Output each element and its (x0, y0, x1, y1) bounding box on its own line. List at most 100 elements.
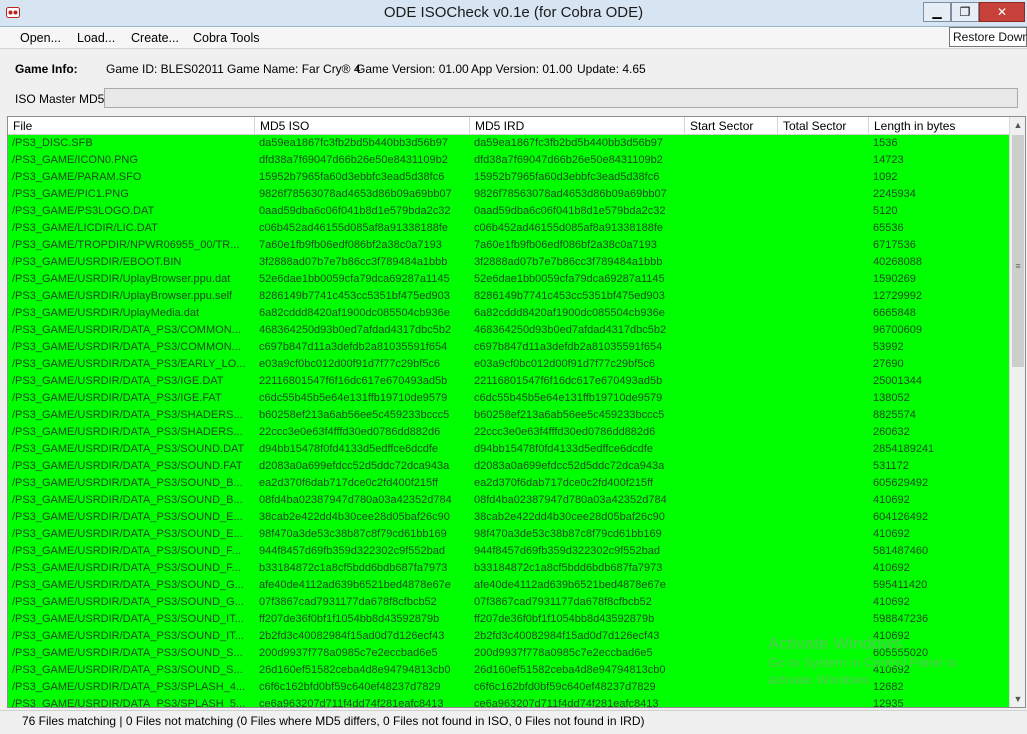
table-row[interactable]: /PS3_GAME/USRDIR/DATA_PS3/SOUND_G... 07f3… (8, 594, 1009, 611)
table-row[interactable]: /PS3_GAME/USRDIR/DATA_PS3/SOUND.DAT d94bb… (8, 441, 1009, 458)
table-row[interactable]: /PS3_GAME/USRDIR/DATA_PS3/SPLASH_5... ce6… (8, 696, 1009, 707)
table-row[interactable]: /PS3_GAME/USRDIR/DATA_PS3/SHADERS... b602… (8, 407, 1009, 424)
cell-md5-iso: 0aad59dba6c06f041b8d1e579bda2c32 (259, 205, 451, 217)
table-row[interactable]: /PS3_GAME/USRDIR/DATA_PS3/SOUND_B... ea2d… (8, 475, 1009, 492)
column-header-total-sector[interactable]: Total Sector (778, 117, 869, 135)
cell-md5-iso: e03a9cf0bc012d00f91d7f77c29bf5c6 (259, 358, 441, 370)
cell-length: 598847236 (873, 613, 929, 625)
cell-start-sector (685, 441, 778, 458)
table-row[interactable]: /PS3_GAME/USRDIR/DATA_PS3/SOUND_F... b331… (8, 560, 1009, 577)
cell-file: /PS3_GAME/USRDIR/DATA_PS3/EARLY_LO... (12, 358, 246, 370)
table-row[interactable]: /PS3_GAME/USRDIR/DATA_PS3/SOUND.FAT d2083… (8, 458, 1009, 475)
cell-file: /PS3_GAME/USRDIR/DATA_PS3/SOUND_S... (12, 647, 243, 659)
table-row[interactable]: /PS3_GAME/USRDIR/DATA_PS3/EARLY_LO... e03… (8, 356, 1009, 373)
menu-cobra-tools[interactable]: Cobra Tools (193, 31, 259, 45)
cell-total-sector (778, 322, 869, 339)
cell-total-sector (778, 424, 869, 441)
vertical-scrollbar[interactable]: ▲ ≡ ▼ (1009, 117, 1025, 707)
table-row[interactable]: /PS3_GAME/ICON0.PNG dfd38a7f69047d66b26e5… (8, 152, 1009, 169)
cell-length: 410692 (873, 528, 910, 540)
cell-start-sector (685, 186, 778, 203)
table-row[interactable]: /PS3_GAME/USRDIR/UplayBrowser.ppu.self 82… (8, 288, 1009, 305)
cell-md5-iso: c06b452ad46155d085af8a91338188fe (259, 222, 449, 234)
cell-length: 410692 (873, 494, 910, 506)
cell-file: /PS3_GAME/USRDIR/DATA_PS3/SOUND_E... (12, 528, 243, 540)
cell-md5-ird: c6f6c162bfd0bf59c640ef48237d7829 (474, 681, 656, 693)
column-header-md5-iso[interactable]: MD5 ISO (255, 117, 470, 135)
cell-md5-ird: afe40de4112ad639b6521bed4878e67e (474, 579, 666, 591)
table-row[interactable]: /PS3_GAME/USRDIR/DATA_PS3/SOUND_B... 08fd… (8, 492, 1009, 509)
cell-start-sector (685, 560, 778, 577)
table-row[interactable]: /PS3_GAME/USRDIR/UplayBrowser.ppu.dat 52e… (8, 271, 1009, 288)
file-list[interactable]: File MD5 ISO MD5 IRD Start Sector Total … (7, 116, 1026, 708)
restore-button[interactable]: ❐ (951, 2, 979, 22)
cell-md5-ird: 26d160ef51582ceba4d8e94794813cb0 (474, 664, 666, 676)
cell-md5-iso: da59ea1867fc3fb2bd5b440bb3d56b97 (259, 137, 449, 149)
cell-total-sector (778, 271, 869, 288)
table-row[interactable]: /PS3_GAME/USRDIR/DATA_PS3/SOUND_E... 98f4… (8, 526, 1009, 543)
table-row[interactable]: /PS3_GAME/USRDIR/DATA_PS3/COMMON... 46836… (8, 322, 1009, 339)
cell-total-sector (778, 492, 869, 509)
table-row[interactable]: /PS3_GAME/USRDIR/DATA_PS3/SOUND_IT... ff2… (8, 611, 1009, 628)
column-header-file[interactable]: File (8, 117, 255, 135)
cell-length: 53992 (873, 341, 904, 353)
menu-load[interactable]: Load... (77, 31, 115, 45)
cell-md5-iso: ff207de36f0bf1f1054bb8d43592879b (259, 613, 440, 625)
column-header-md5-ird[interactable]: MD5 IRD (470, 117, 685, 135)
table-row[interactable]: /PS3_GAME/USRDIR/DATA_PS3/IGE.DAT 2211680… (8, 373, 1009, 390)
update-version: Update: 4.65 (577, 62, 646, 76)
cell-md5-ird: 7a60e1fb9fb06edf086bf2a38c0a7193 (474, 239, 657, 251)
close-button[interactable]: ✕ (979, 2, 1025, 22)
table-row[interactable]: /PS3_GAME/LICDIR/LIC.DAT c06b452ad46155d0… (8, 220, 1009, 237)
table-row[interactable]: /PS3_GAME/TROPDIR/NPWR06955_00/TR... 7a60… (8, 237, 1009, 254)
cell-total-sector (778, 305, 869, 322)
table-row[interactable]: /PS3_GAME/USRDIR/DATA_PS3/COMMON... c697b… (8, 339, 1009, 356)
cell-length: 2245934 (873, 188, 916, 200)
table-row[interactable]: /PS3_GAME/USRDIR/DATA_PS3/SOUND_G... afe4… (8, 577, 1009, 594)
cell-start-sector (685, 509, 778, 526)
scrollbar-thumb[interactable]: ≡ (1012, 135, 1024, 367)
scroll-down-arrow-icon[interactable]: ▼ (1010, 691, 1025, 707)
cell-start-sector (685, 407, 778, 424)
cell-md5-iso: 468364250d93b0ed7afdad4317dbc5b2 (259, 324, 452, 336)
menu-create[interactable]: Create... (131, 31, 179, 45)
table-row[interactable]: /PS3_GAME/PIC1.PNG 9826f78563078ad4653d86… (8, 186, 1009, 203)
table-row[interactable]: /PS3_GAME/USRDIR/DATA_PS3/SHADERS... 22cc… (8, 424, 1009, 441)
cell-length: 8825574 (873, 409, 916, 421)
cell-start-sector (685, 679, 778, 696)
game-info-bar: Game Info: Game ID: BLES02011 Game Name:… (0, 52, 1027, 86)
column-header-length[interactable]: Length in bytes (869, 117, 1009, 135)
cell-md5-ird: 200d9937f778a0985c7e2eccbad6e5 (474, 647, 653, 659)
cell-md5-iso: d94bb15478f0fd4133d5edffce6dcdfe (259, 443, 439, 455)
menu-open[interactable]: Open... (20, 31, 61, 45)
cell-file: /PS3_GAME/USRDIR/DATA_PS3/SOUND.DAT (12, 443, 245, 455)
cell-length: 27690 (873, 358, 904, 370)
table-row[interactable]: /PS3_GAME/USRDIR/DATA_PS3/SOUND_F... 944f… (8, 543, 1009, 560)
column-header-start-sector[interactable]: Start Sector (685, 117, 778, 135)
cell-file: /PS3_GAME/USRDIR/DATA_PS3/SOUND_E... (12, 511, 243, 523)
cell-md5-iso: 38cab2e422dd4b30cee28d05baf26c90 (259, 511, 450, 523)
cell-total-sector (778, 254, 869, 271)
cell-start-sector (685, 152, 778, 169)
iso-master-md5-field[interactable] (104, 88, 1018, 108)
cell-file: /PS3_GAME/USRDIR/UplayBrowser.ppu.dat (12, 273, 231, 285)
scroll-up-arrow-icon[interactable]: ▲ (1010, 117, 1025, 133)
table-row[interactable]: /PS3_GAME/PS3LOGO.DAT 0aad59dba6c06f041b8… (8, 203, 1009, 220)
cell-start-sector (685, 526, 778, 543)
cell-md5-iso: c6f6c162bfd0bf59c640ef48237d7829 (259, 681, 441, 693)
cell-start-sector (685, 237, 778, 254)
table-row[interactable]: /PS3_GAME/USRDIR/DATA_PS3/IGE.FAT c6dc55b… (8, 390, 1009, 407)
table-row[interactable]: /PS3_GAME/USRDIR/EBOOT.BIN 3f2888ad07b7e7… (8, 254, 1009, 271)
cell-md5-iso: d2083a0a699efdcc52d5ddc72dca943a (259, 460, 450, 472)
minimize-button[interactable]: ▁ (923, 2, 951, 22)
table-row[interactable]: /PS3_DISC.SFB da59ea1867fc3fb2bd5b440bb3d… (8, 135, 1009, 152)
table-row[interactable]: /PS3_GAME/USRDIR/DATA_PS3/SOUND_E... 38ca… (8, 509, 1009, 526)
cell-md5-iso: b33184872c1a8cf5bdd6bdb687fa7973 (259, 562, 448, 574)
cell-md5-iso: afe40de4112ad639b6521bed4878e67e (259, 579, 451, 591)
table-row[interactable]: /PS3_GAME/PARAM.SFO 15952b7965fa60d3ebbfc… (8, 169, 1009, 186)
table-row[interactable]: /PS3_GAME/USRDIR/UplayMedia.dat 6a82cddd8… (8, 305, 1009, 322)
cell-total-sector (778, 288, 869, 305)
cell-length: 6665848 (873, 307, 916, 319)
cell-total-sector (778, 135, 869, 152)
cell-md5-ird: ff207de36f0bf1f1054bb8d43592879b (474, 613, 655, 625)
